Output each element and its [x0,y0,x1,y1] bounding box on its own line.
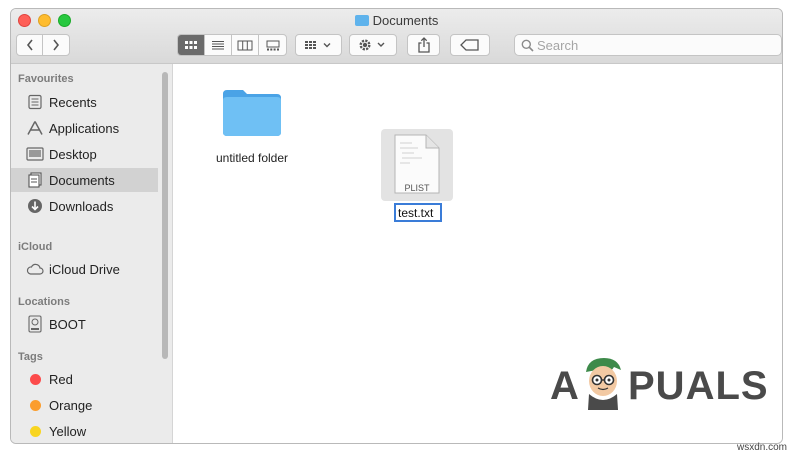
documents-icon [25,171,45,189]
sidebar-scrollbar[interactable] [162,72,168,359]
gear-chevron-icon [359,39,385,51]
sidebar-item-boot[interactable]: BOOT [11,312,158,336]
title-bar: Documents [11,9,782,64]
sidebar-item-label: iCloud Drive [49,261,120,277]
file-item-test-txt[interactable]: PLIST [381,129,453,201]
disk-icon [25,315,45,333]
share-button[interactable] [407,34,440,56]
recents-icon [25,93,45,111]
group-by-button[interactable] [295,34,342,56]
chevron-left-icon [26,39,33,51]
column-view-button[interactable] [232,35,259,55]
sidebar-item-label: BOOT [49,316,86,332]
window-title: Documents [11,13,782,28]
sidebar-item-desktop[interactable]: Desktop [11,142,158,166]
search-icon [521,39,534,52]
chevron-right-icon [53,39,60,51]
sidebar-heading-locations: Locations [18,296,70,308]
download-icon [25,197,45,215]
blue-folder-icon [223,90,281,136]
watermark-text-right: PUALS [628,364,769,408]
appuals-watermark: A PUALS [550,354,768,414]
sidebar-item-label: Yellow [49,423,87,439]
tag-icon [460,39,479,51]
applications-icon [25,119,45,137]
tag-dot-orange-icon [25,396,45,414]
mascot-logo-icon [586,358,621,410]
sidebar-item-label: Desktop [49,146,97,162]
sidebar-heading-favourites: Favourites [18,73,74,85]
tag-dot-red-icon [25,370,45,388]
sidebar-item-label: Red [49,371,73,387]
sidebar-item-tag-orange[interactable]: Orange [11,393,158,417]
sidebar-item-recents[interactable]: Recents [11,90,158,114]
gallery-icon [266,40,279,50]
sidebar-item-label: Applications [49,120,120,136]
sidebar: Favourites Recents Applications Desktop … [11,64,173,443]
sidebar-item-tag-red[interactable]: Red [11,367,158,391]
icon-grid-icon [185,41,197,49]
file-area: untitled folder PLIST A [174,64,782,443]
sidebar-item-documents[interactable]: Documents [11,168,158,192]
sidebar-heading-tags: Tags [18,351,43,363]
list-lines-icon [212,41,224,50]
columns-icon [237,40,253,50]
forward-button[interactable] [43,35,69,55]
icon-view-button[interactable] [178,35,205,55]
group-grid-chevron-icon [304,41,330,49]
view-mode-segment [177,34,287,56]
sidebar-heading-icloud: iCloud [18,241,53,253]
file-item-untitled-folder[interactable]: untitled folder [202,86,302,165]
list-view-button[interactable] [205,35,232,55]
sidebar-item-icloud-drive[interactable]: iCloud Drive [11,257,158,281]
watermark-text-left: A [550,364,580,408]
sidebar-item-label: Documents [49,172,115,188]
window-title-text: Documents [372,13,439,28]
file-name: untitled folder [215,151,289,165]
action-menu-button[interactable] [349,34,397,56]
sidebar-item-tag-yellow[interactable]: Yellow [11,419,158,443]
rename-field[interactable] [394,203,442,222]
gallery-view-button[interactable] [259,35,286,55]
history-nav [16,34,70,56]
sidebar-item-label: Downloads [49,198,114,214]
search-input[interactable] [537,36,772,54]
back-button[interactable] [17,35,44,55]
folder-icon [354,15,369,26]
sidebar-item-label: Recents [49,94,97,110]
finder-window: Documents Search Favourites Recents Appl… [10,8,783,444]
tag-dot-yellow-icon [25,422,45,440]
file-type-badge: PLIST [404,183,430,193]
sidebar-item-label: Orange [49,397,93,413]
cloud-icon [25,260,45,278]
desktop-icon [25,145,45,163]
tags-button[interactable] [450,34,490,56]
search-field[interactable] [514,34,782,56]
sidebar-item-downloads[interactable]: Downloads [11,194,158,218]
share-icon [417,37,430,53]
sidebar-item-applications[interactable]: Applications [11,116,158,140]
site-credit: wsxdn.com [736,442,787,453]
